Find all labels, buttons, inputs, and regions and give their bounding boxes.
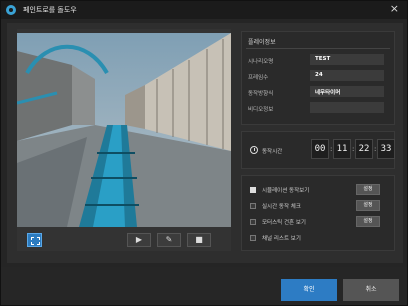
stop-icon: ■ xyxy=(195,235,203,244)
motor-stick-settings-button[interactable]: 설정 xyxy=(356,216,380,227)
realtime-checkbox[interactable] xyxy=(250,203,256,209)
options-group: 시뮬레이션 동작보기 설정 실시간 동작 체크 설정 모터스틱 건흔 보기 설정… xyxy=(241,175,395,251)
title-bar[interactable]: 페인트로를 돌도우 × xyxy=(1,1,407,19)
dialog-window: 페인트로를 돌도우 × ▶ ✎ ■ 플레이정보 시나리오명 TEST 프레임수 … xyxy=(0,0,408,306)
app-icon xyxy=(6,5,16,15)
option-label: 시뮬레이션 동작보기 xyxy=(262,188,310,194)
info-label: 동작방향식 xyxy=(248,91,274,97)
cancel-button[interactable]: 취소 xyxy=(343,279,399,301)
run-time-group: 동작시간 00 : 11 : 22 : 33 xyxy=(241,131,395,169)
play-info-group: 플레이정보 시나리오명 TEST 프레임수 24 동작방향식 네무타이머 비디오… xyxy=(241,31,395,125)
simulation-settings-button[interactable]: 설정 xyxy=(356,184,380,195)
info-label: 비디오정보 xyxy=(248,107,274,113)
play-info-title: 플레이정보 xyxy=(248,39,276,46)
time-frames: 33 xyxy=(377,139,395,159)
video-preview xyxy=(17,33,231,227)
motor-stick-checkbox[interactable] xyxy=(250,219,256,225)
option-label: 모터스틱 건흔 보기 xyxy=(262,220,306,226)
option-label: 채널 리스트 보기 xyxy=(262,236,301,242)
fit-screen-button[interactable] xyxy=(27,233,42,247)
info-value: 네무타이머 xyxy=(310,86,384,97)
close-icon[interactable]: × xyxy=(390,3,399,15)
option-label: 실시간 동작 체크 xyxy=(262,204,301,210)
clock-icon xyxy=(250,146,258,154)
stop-button[interactable]: ■ xyxy=(187,233,211,247)
realtime-settings-button[interactable]: 설정 xyxy=(356,200,380,211)
info-row-scenario: 시나리오명 TEST xyxy=(248,54,388,66)
time-minutes: 11 xyxy=(333,139,351,159)
channel-list-checkbox[interactable] xyxy=(250,235,256,241)
confirm-button[interactable]: 확인 xyxy=(281,279,337,301)
main-content: ▶ ✎ ■ 플레이정보 시나리오명 TEST 프레임수 24 동작방향식 네무타… xyxy=(7,23,403,263)
time-hours: 00 xyxy=(311,139,329,159)
window-title: 페인트로를 돌도우 xyxy=(23,6,77,14)
info-label: 프레임수 xyxy=(248,75,269,81)
info-row-frames: 프레임수 24 xyxy=(248,70,388,82)
time-seconds: 22 xyxy=(355,139,373,159)
info-label: 시나리오명 xyxy=(248,59,274,65)
option-realtime: 실시간 동작 체크 설정 xyxy=(250,200,390,212)
footer: 확인 취소 xyxy=(1,267,407,305)
info-value: TEST xyxy=(310,54,384,65)
info-row-mode: 동작방향식 네무타이머 xyxy=(248,86,388,98)
play-button[interactable]: ▶ xyxy=(127,233,151,247)
edit-button[interactable]: ✎ xyxy=(157,233,181,247)
play-icon: ▶ xyxy=(135,235,143,244)
time-separator: : xyxy=(330,145,333,153)
time-separator: : xyxy=(374,145,377,153)
video-controls: ▶ ✎ ■ xyxy=(17,232,231,250)
pencil-icon: ✎ xyxy=(165,235,173,244)
divider xyxy=(246,48,390,49)
option-motor-stick: 모터스틱 건흔 보기 설정 xyxy=(250,216,390,228)
option-channel-list: 채널 리스트 보기 xyxy=(250,232,390,244)
scene-image xyxy=(17,33,231,227)
run-time-label: 동작시간 xyxy=(262,149,283,155)
simulation-checkbox[interactable] xyxy=(250,187,256,193)
info-row-video: 비디오정보 xyxy=(248,102,388,114)
video-panel: ▶ ✎ ■ xyxy=(17,29,231,251)
time-separator: : xyxy=(352,145,355,153)
info-value xyxy=(310,102,384,113)
option-simulation: 시뮬레이션 동작보기 설정 xyxy=(250,184,390,196)
info-value: 24 xyxy=(310,70,384,81)
